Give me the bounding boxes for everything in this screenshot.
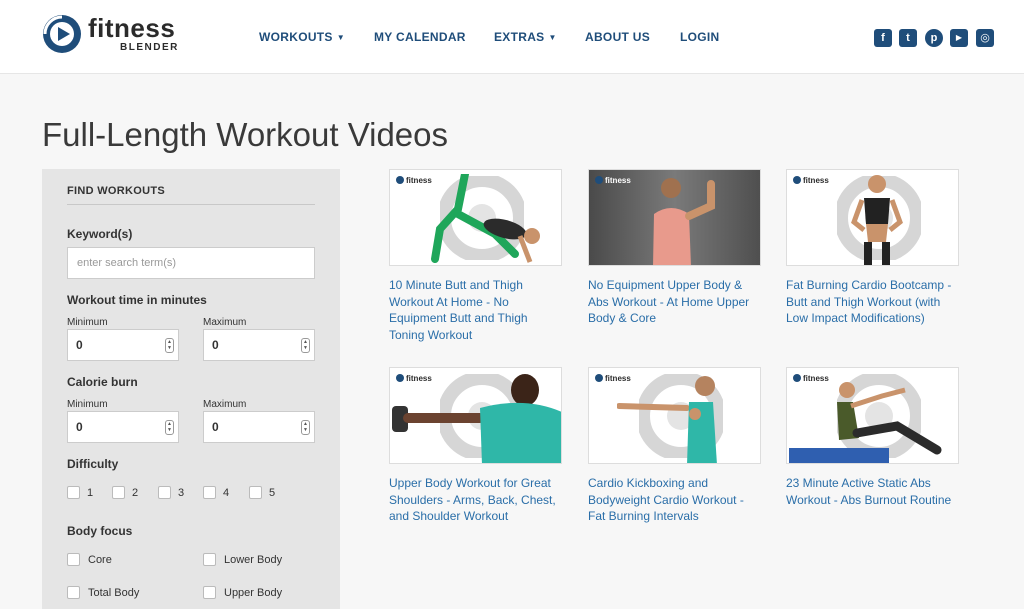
- video-thumbnail[interactable]: fitness: [588, 169, 761, 266]
- video-thumbnail[interactable]: fitness: [389, 367, 562, 464]
- spinner-icon[interactable]: ▲ ▼: [165, 420, 174, 435]
- cal-max-value: 0: [212, 420, 219, 434]
- spinner-icon[interactable]: ▲ ▼: [301, 338, 310, 353]
- time-min-value: 0: [76, 338, 83, 352]
- nav-login[interactable]: LOGIN: [680, 30, 720, 44]
- athlete-figure: [851, 175, 903, 265]
- body-focus-option-label: Lower Body: [224, 554, 283, 566]
- thumb-logo-text: fitness: [605, 176, 631, 185]
- video-title-link[interactable]: No Equipment Upper Body & Abs Workout - …: [588, 277, 763, 327]
- youtube-icon[interactable]: ▶: [950, 29, 968, 47]
- thumb-logo: fitness: [595, 176, 631, 185]
- logo-mark-icon: [43, 15, 81, 53]
- difficulty-option-label: 2: [132, 487, 139, 499]
- difficulty-5-checkbox[interactable]: [249, 486, 262, 499]
- body-focus-upper-checkbox[interactable]: [203, 586, 216, 599]
- calorie-burn-label: Calorie burn: [67, 375, 138, 389]
- difficulty-option-label: 5: [269, 487, 276, 499]
- calorie-min-input[interactable]: 0 ▲ ▼: [67, 411, 179, 443]
- nav-label: EXTRAS: [494, 30, 545, 44]
- nav-label: WORKOUTS: [259, 30, 333, 44]
- nav-about-us[interactable]: ABOUT US: [585, 30, 650, 44]
- difficulty-label: Difficulty: [67, 457, 119, 471]
- time-max-input[interactable]: 0 ▲ ▼: [203, 329, 315, 361]
- facebook-icon[interactable]: f: [874, 29, 892, 47]
- workout-time-label: Workout time in minutes: [67, 293, 207, 307]
- body-focus-total-checkbox[interactable]: [67, 586, 80, 599]
- thumb-logo: fitness: [793, 176, 829, 185]
- difficulty-3-checkbox[interactable]: [158, 486, 171, 499]
- video-thumbnail[interactable]: fitness: [588, 367, 761, 464]
- nav-workouts[interactable]: WORKOUTS ▼: [259, 30, 345, 44]
- page-title: Full-Length Workout Videos: [42, 116, 449, 153]
- body-focus-lower-checkbox[interactable]: [203, 553, 216, 566]
- nav-extras[interactable]: EXTRAS ▼: [494, 30, 557, 44]
- divider: [67, 204, 315, 205]
- keyword-search-input[interactable]: enter search term(s): [67, 247, 315, 279]
- difficulty-option-label: 1: [87, 487, 94, 499]
- nav-label: MY CALENDAR: [374, 30, 466, 44]
- site-header: fitness BLENDER WORKOUTS ▼ MY CALENDAR EX…: [0, 0, 1024, 74]
- time-min-input[interactable]: 0 ▲ ▼: [67, 329, 179, 361]
- spinner-icon[interactable]: ▲ ▼: [301, 420, 310, 435]
- find-workouts-panel: FIND WORKOUTS Keyword(s) enter search te…: [42, 169, 340, 609]
- filter-heading: FIND WORKOUTS: [67, 185, 166, 197]
- difficulty-1-checkbox[interactable]: [67, 486, 80, 499]
- difficulty-2-checkbox[interactable]: [112, 486, 125, 499]
- logo-subtext: BLENDER: [120, 42, 179, 53]
- difficulty-option-label: 4: [223, 487, 230, 499]
- body-focus-label: Body focus: [67, 524, 133, 538]
- nav-label: ABOUT US: [585, 30, 651, 44]
- caret-down-icon: ▼: [548, 33, 557, 42]
- time-min-label: Minimum: [67, 317, 108, 328]
- site-logo[interactable]: fitness BLENDER: [42, 12, 192, 56]
- body-focus-core-checkbox[interactable]: [67, 553, 80, 566]
- video-title-link[interactable]: Cardio Kickboxing and Bodyweight Cardio …: [588, 475, 763, 525]
- athlete-figure: [653, 178, 715, 265]
- thumb-logo-text: fitness: [803, 176, 829, 185]
- nav-my-calendar[interactable]: MY CALENDAR: [374, 30, 466, 44]
- video-title-link[interactable]: Fat Burning Cardio Bootcamp - Butt and T…: [786, 277, 961, 327]
- athlete-figure: [789, 382, 942, 463]
- keyword-label: Keyword(s): [67, 227, 133, 241]
- cal-min-value: 0: [76, 420, 83, 434]
- body-focus-option-label: Total Body: [88, 587, 140, 599]
- difficulty-option-label: 3: [178, 487, 185, 499]
- instagram-icon[interactable]: ◎: [976, 29, 994, 47]
- logo-wordmark: fitness: [88, 13, 176, 43]
- cal-min-label: Minimum: [67, 399, 108, 410]
- pinterest-icon[interactable]: p: [925, 29, 943, 47]
- athlete-figure: [617, 376, 717, 463]
- athlete-figure: [392, 374, 561, 463]
- video-title-link[interactable]: 10 Minute Butt and Thigh Workout At Home…: [389, 277, 564, 343]
- spinner-icon[interactable]: ▲ ▼: [165, 338, 174, 353]
- body-focus-option-label: Upper Body: [224, 587, 283, 599]
- video-thumbnail[interactable]: fitness: [786, 367, 959, 464]
- time-max-value: 0: [212, 338, 219, 352]
- athlete-figure: [431, 174, 540, 263]
- difficulty-4-checkbox[interactable]: [203, 486, 216, 499]
- twitter-icon[interactable]: t: [899, 29, 917, 47]
- nav-label: LOGIN: [680, 30, 720, 44]
- caret-down-icon: ▼: [336, 33, 345, 42]
- video-thumbnail[interactable]: fitness: [786, 169, 959, 266]
- time-max-label: Maximum: [203, 317, 247, 328]
- calorie-max-input[interactable]: 0 ▲ ▼: [203, 411, 315, 443]
- cal-max-label: Maximum: [203, 399, 247, 410]
- video-title-link[interactable]: 23 Minute Active Static Abs Workout - Ab…: [786, 475, 961, 508]
- video-thumbnail[interactable]: fitness: [389, 169, 562, 266]
- video-title-link[interactable]: Upper Body Workout for Great Shoulders -…: [389, 475, 564, 525]
- body-focus-option-label: Core: [88, 554, 112, 566]
